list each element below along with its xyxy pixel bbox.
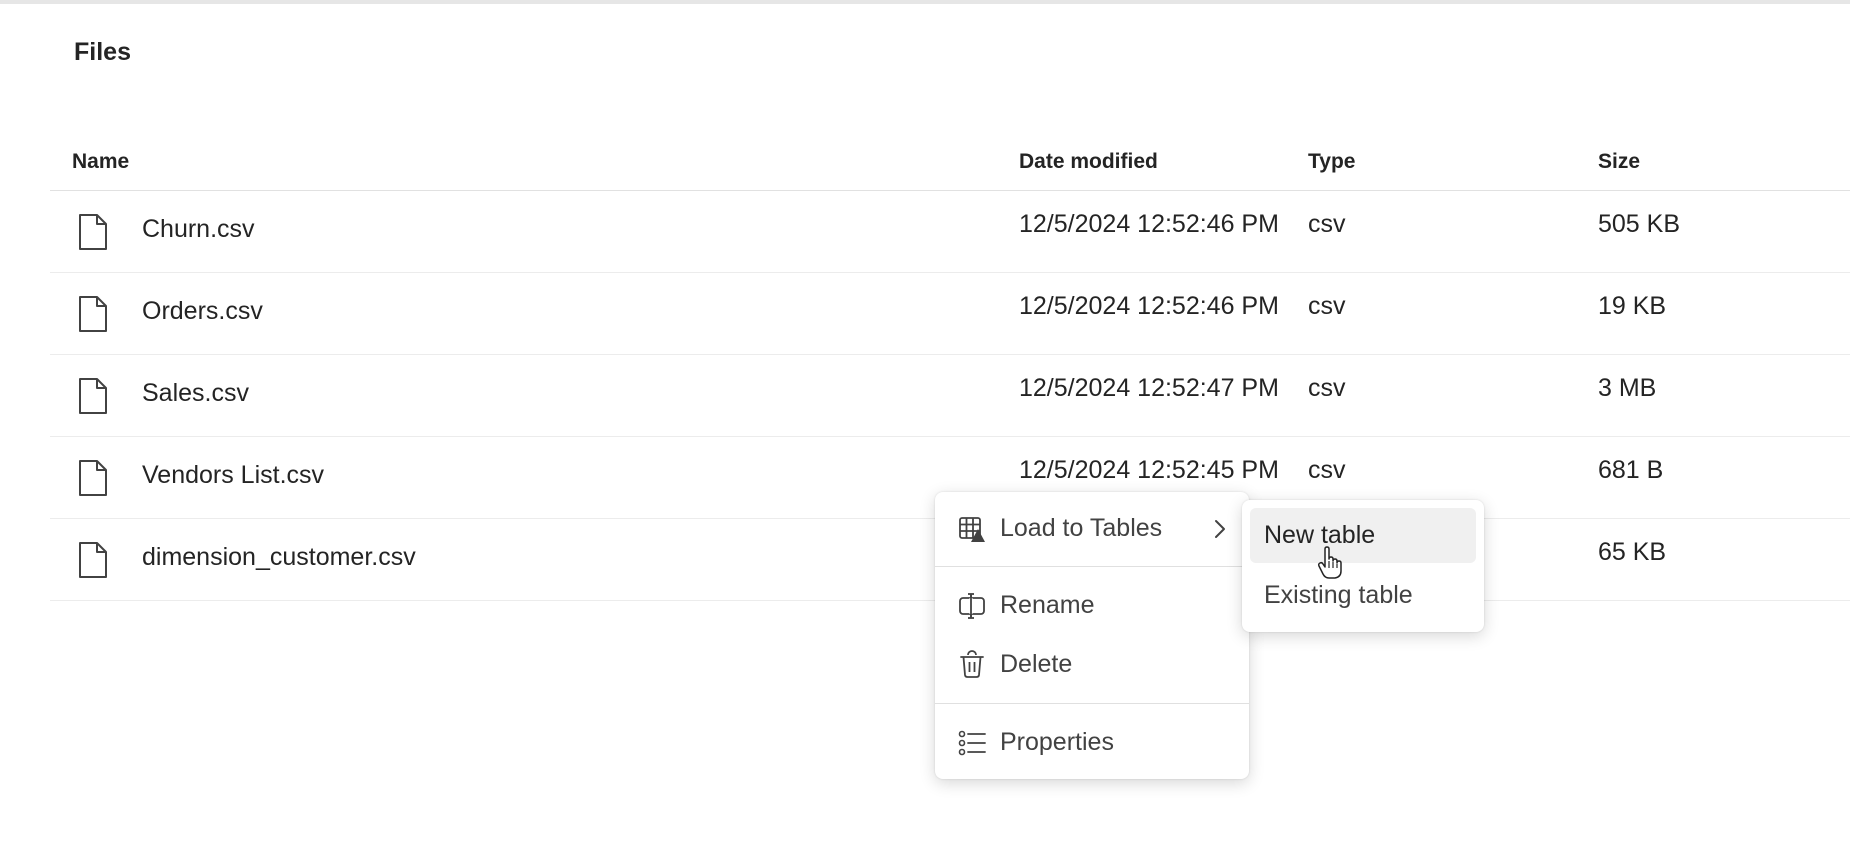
file-size: 3 MB [1598,374,1657,402]
menu-item-label: Properties [1000,728,1114,756]
trash-icon [960,650,984,678]
file-size: 19 KB [1598,292,1667,320]
file-date-modified: 12/5/2024 12:52:45 PM [1019,456,1279,484]
menu-item-rename[interactable]: Rename [935,578,1249,634]
column-header-name[interactable]: Name [72,150,129,174]
file-icon [79,378,107,414]
submenu-item-label: Existing table [1264,581,1413,609]
submenu-item-new-table[interactable]: New table [1250,508,1476,563]
table-row[interactable]: Sales.csv 12/5/2024 12:52:47 PM csv 3 MB [50,355,1850,437]
list-icon [958,730,986,756]
file-date-modified: 12/5/2024 12:52:47 PM [1019,374,1279,402]
file-date-modified: 12/5/2024 12:52:46 PM [1019,292,1279,320]
table-row[interactable]: Churn.csv 12/5/2024 12:52:46 PM csv 505 … [50,191,1850,273]
section-title: Files [74,38,131,66]
file-size: 505 KB [1598,210,1681,238]
file-name[interactable]: Sales.csv [142,379,249,408]
column-header-date-modified[interactable]: Date modified [1019,150,1158,174]
top-border [0,0,1850,4]
file-icon [79,542,107,578]
file-name[interactable]: Orders.csv [142,297,263,326]
load-to-tables-submenu: New table Existing table [1242,500,1484,632]
file-type: csv [1308,374,1346,402]
menu-item-delete[interactable]: Delete [935,637,1249,693]
menu-item-label: Rename [1000,591,1095,619]
hand-pointer-cursor-icon [1317,546,1342,579]
menu-item-label: Load to Tables [1000,514,1163,542]
file-icon [79,214,107,250]
menu-item-label: Delete [1000,650,1073,678]
file-type: csv [1308,210,1346,238]
submenu-item-existing-table[interactable]: Existing table [1250,568,1476,623]
table-row[interactable]: Orders.csv 12/5/2024 12:52:46 PM csv 19 … [50,273,1850,355]
file-date-modified: 12/5/2024 12:52:46 PM [1019,210,1279,238]
rename-icon [959,593,985,619]
menu-item-load-to-tables[interactable]: Load to Tables [935,501,1249,557]
file-icon [79,460,107,496]
menu-divider [935,566,1249,567]
file-type: csv [1308,456,1346,484]
file-name[interactable]: Churn.csv [142,215,255,244]
column-header-type[interactable]: Type [1308,150,1355,174]
file-icon [79,296,107,332]
file-name[interactable]: Vendors List.csv [142,461,324,490]
table-header: Name Date modified Type Size [50,140,1850,191]
context-menu: Load to Tables Rename Delete Properties [935,492,1249,779]
menu-item-properties[interactable]: Properties [935,715,1249,771]
table-load-icon [959,517,985,542]
file-name[interactable]: dimension_customer.csv [142,543,416,572]
column-header-size[interactable]: Size [1598,150,1640,174]
file-type: csv [1308,292,1346,320]
file-size: 65 KB [1598,538,1667,566]
menu-divider [935,703,1249,704]
chevron-right-icon [1215,520,1225,538]
file-size: 681 B [1598,456,1664,484]
